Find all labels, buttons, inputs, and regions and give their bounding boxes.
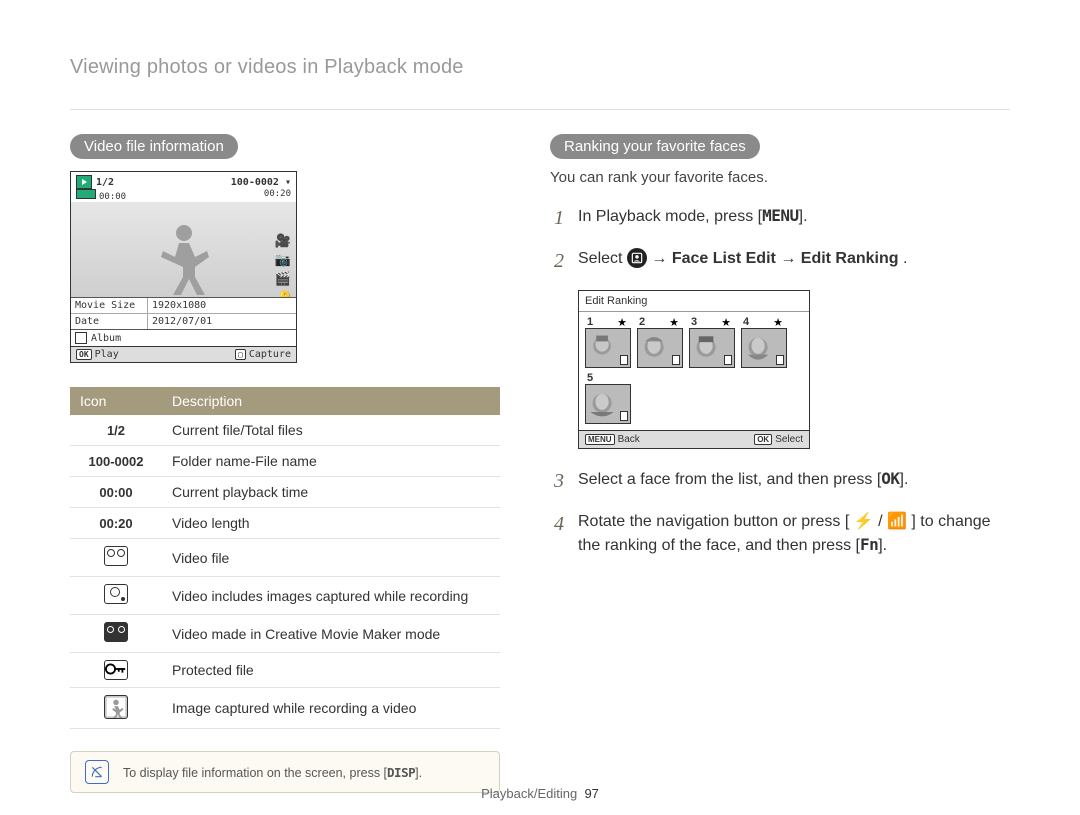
flash-icon: ⚡	[854, 513, 874, 530]
date-label: Date	[71, 314, 148, 329]
playback-screen: 1/2 100-0002 ▾ 00:00 00:20 🎥 📷 🎬	[70, 171, 297, 363]
silhouette-icon	[154, 217, 214, 297]
file-index: 1/2	[96, 177, 114, 188]
menu-key: MENU	[585, 434, 615, 445]
step-3: 3 Select a face from the list, and then …	[550, 467, 1000, 496]
captured-images-icon: 📷	[275, 253, 291, 268]
step-4: 4 Rotate the navigation button or press …	[550, 510, 1000, 557]
movie-size-value: 1920x1080	[148, 298, 296, 313]
video-file-icon: 🎥	[275, 234, 291, 249]
face-cell[interactable]: 4★	[741, 318, 787, 368]
table-row: Video made in Creative Movie Maker mode	[70, 615, 500, 653]
star-icon: ★	[669, 316, 679, 329]
step-2: 2 Select → Face List Edit → Edit Ranking…	[550, 247, 1000, 276]
file-name: 100-0002	[231, 177, 279, 188]
rank-title: Edit Ranking	[579, 291, 809, 311]
table-row: 00:20Video length	[70, 508, 500, 539]
th-desc: Description	[162, 387, 500, 415]
ok-key: OK	[754, 434, 772, 445]
creative-movie-icon: 🎬	[275, 272, 291, 287]
table-row: 100-0002Folder name-File name	[70, 446, 500, 477]
table-row: Video includes images captured while rec…	[70, 577, 500, 615]
disp-key: DISP	[387, 765, 415, 780]
battery-icon	[76, 189, 96, 199]
album-label: Album	[91, 333, 121, 344]
video-file-icon	[104, 546, 128, 566]
table-row: Image captured while recording a video	[70, 688, 500, 729]
back-label: Back	[618, 434, 640, 445]
date-value: 2012/07/01	[148, 314, 296, 329]
face-cell[interactable]: 5	[585, 374, 631, 424]
edit-ranking-screen: Edit Ranking 1★ 2★ 3★	[578, 290, 810, 449]
protected-icon: 🔑	[275, 291, 291, 297]
capture-label: Capture	[249, 349, 291, 360]
album-icon	[75, 332, 87, 344]
left-heading: Video file information	[70, 134, 238, 159]
face-cell[interactable]: 3★	[689, 318, 735, 368]
table-row: 1/2Current file/Total files	[70, 415, 500, 446]
time-total: 00:20	[264, 189, 291, 202]
silhouette-icon	[104, 695, 128, 719]
fn-key: Fn	[860, 535, 878, 554]
face-cell[interactable]: 2★	[637, 318, 683, 368]
play-icon	[76, 175, 92, 189]
info-icon	[85, 760, 109, 784]
capture-key-icon: ▢	[235, 349, 246, 360]
page-footer: Playback/Editing 97	[0, 786, 1080, 801]
face-menu-icon	[627, 248, 647, 268]
star-icon: ★	[617, 316, 627, 329]
time-current: 00:00	[99, 192, 126, 202]
right-description: You can rank your favorite faces.	[550, 169, 1000, 186]
divider	[70, 109, 1010, 110]
breadcrumb: Viewing photos or videos in Playback mod…	[70, 56, 1010, 79]
creative-movie-icon	[104, 622, 128, 642]
star-icon: ★	[773, 316, 783, 329]
step-1: 1 In Playback mode, press [MENU].	[550, 204, 1000, 233]
wifi-icon: 📶	[887, 513, 907, 530]
select-label: Select	[775, 434, 803, 445]
chevron-down-icon: ▾	[285, 177, 291, 188]
captured-images-icon	[104, 584, 128, 604]
icon-description-table: Icon Description 1/2Current file/Total f…	[70, 387, 500, 729]
right-heading: Ranking your favorite faces	[550, 134, 760, 159]
th-icon: Icon	[70, 387, 162, 415]
table-row: Protected file	[70, 653, 500, 688]
menu-key: MENU	[762, 206, 799, 225]
ok-key: OK	[76, 349, 92, 360]
play-label: Play	[95, 349, 119, 360]
movie-size-label: Movie Size	[71, 298, 148, 313]
star-icon: ★	[721, 316, 731, 329]
table-row: Video file	[70, 539, 500, 577]
face-cell[interactable]: 1★	[585, 318, 631, 368]
ok-key: OK	[881, 469, 899, 488]
table-row: 00:00Current playback time	[70, 477, 500, 508]
protected-icon	[104, 660, 128, 680]
